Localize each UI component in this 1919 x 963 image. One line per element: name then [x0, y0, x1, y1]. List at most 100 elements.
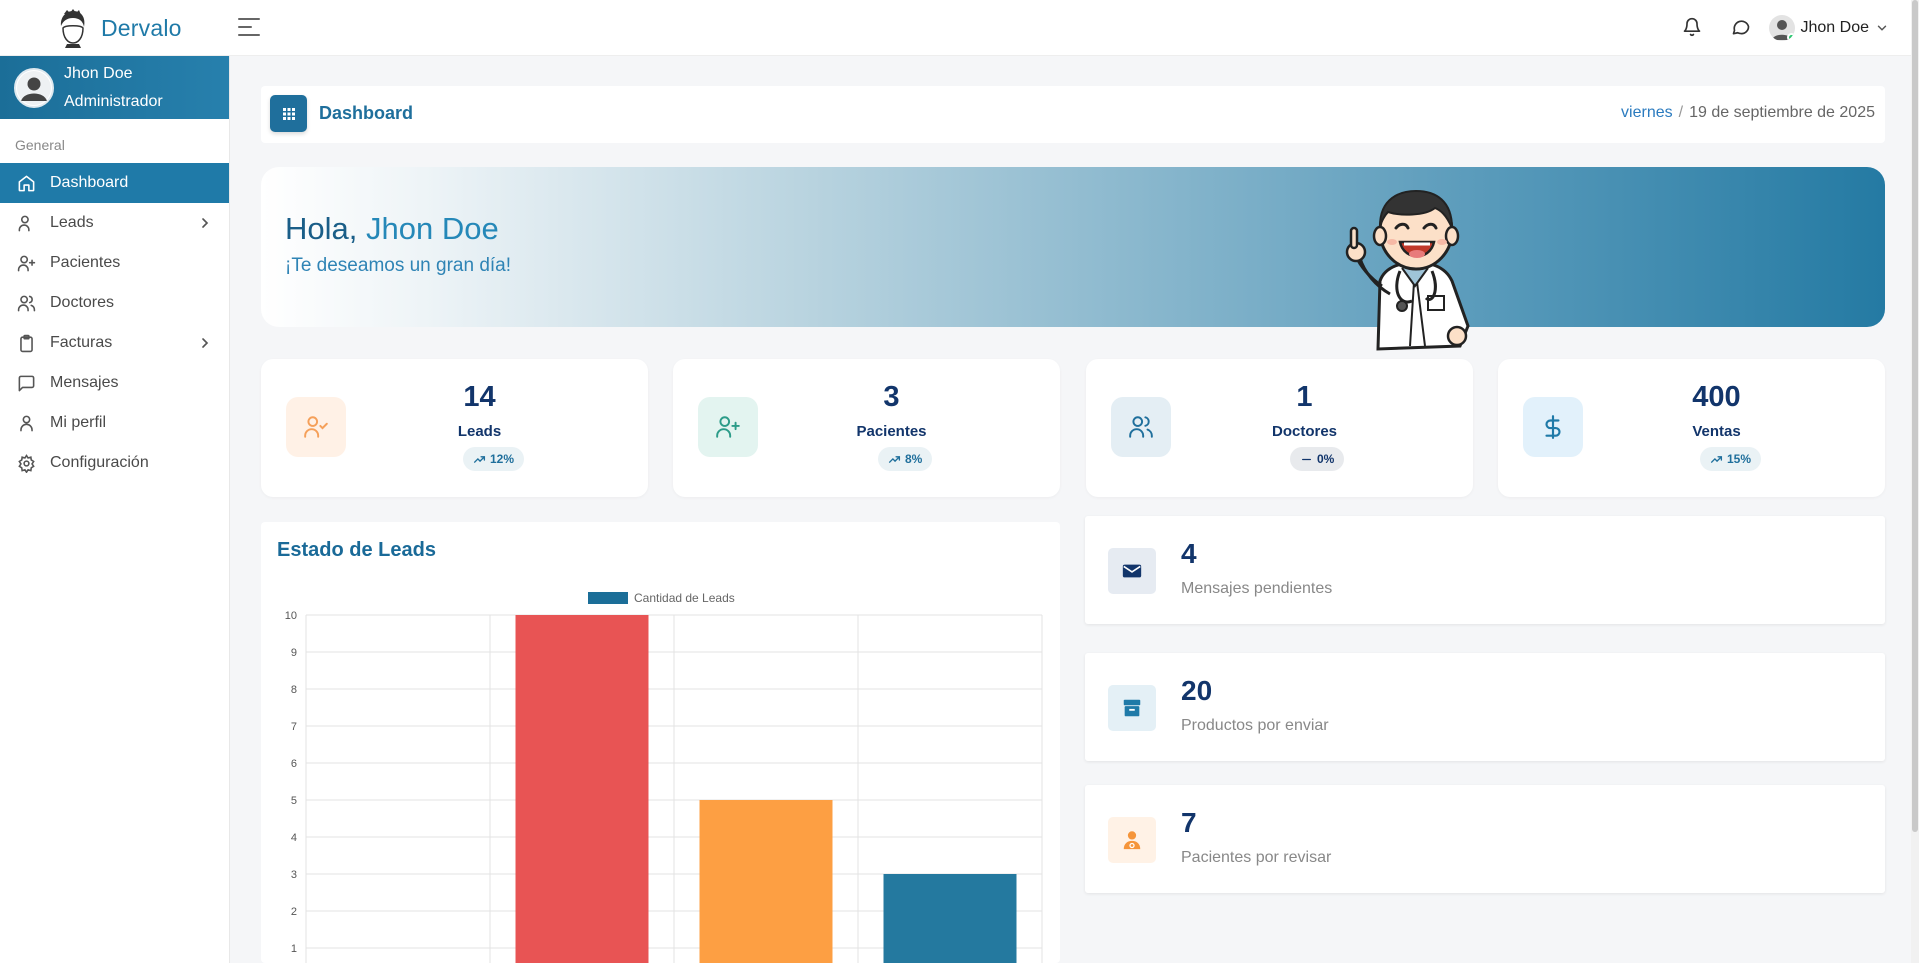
user-avatar — [1768, 15, 1795, 41]
trending-up-icon — [473, 455, 486, 463]
box-icon — [1108, 685, 1156, 731]
y-tick-label: 1 — [291, 943, 297, 955]
info-label: Pacientes por revisar — [1181, 849, 1332, 866]
sidebar-item-label: Leads — [50, 214, 94, 231]
sidebar-item-doctores[interactable]: Doctores — [0, 283, 229, 323]
dollar-icon — [1523, 397, 1583, 457]
breadcrumb-date: viernes/19 de septiembre de 2025 — [1621, 104, 1875, 121]
sidebar-item-mi-perfil[interactable]: Mi perfil — [0, 403, 229, 443]
stat-trend-badge: 12% — [463, 447, 525, 471]
bell-icon[interactable] — [1679, 14, 1705, 40]
stat-trend-value: 0% — [1317, 452, 1335, 466]
scrollbar-thumb[interactable] — [1912, 0, 1918, 832]
info-card-mensajes: 4 Mensajes pendientes — [1085, 516, 1885, 624]
sidebar-profile: Jhon Doe Administrador — [0, 56, 229, 119]
settings-icon — [16, 453, 36, 473]
profile-name: Jhon Doe — [64, 64, 133, 82]
stat-label: Doctores — [1271, 423, 1338, 440]
sidebar-item-label: Configuración — [50, 454, 149, 471]
sidebar-item-configuracion[interactable]: Configuración — [0, 443, 229, 483]
stat-value: 14 — [463, 381, 496, 413]
stat-value: 1 — [1296, 381, 1313, 413]
stat-card-doctores: 1 Doctores 0% — [1086, 359, 1473, 497]
y-tick-label: 8 — [291, 684, 297, 696]
info-value: 4 — [1181, 538, 1197, 569]
user-menu[interactable]: Jhon Doe — [1768, 12, 1890, 44]
welcome-banner: Hola, Jhon Doe ¡Te deseamos un gran día! — [261, 167, 1885, 327]
user-check-icon — [286, 397, 346, 457]
stat-card-pacientes: 3 Pacientes 8% — [673, 359, 1060, 497]
welcome-greeting: Hola, Jhon Doe — [285, 211, 499, 247]
sidebar-item-label: Mi perfil — [50, 414, 107, 431]
welcome-subtitle: ¡Te deseamos un gran día! — [285, 255, 512, 276]
top-navbar: Dervalo Jhon Doe — [0, 0, 1919, 56]
envelope-icon — [1108, 548, 1156, 594]
greeting-name: Jhon Doe — [366, 211, 499, 246]
stat-trend-value: 8% — [905, 452, 923, 466]
profile-avatar — [14, 67, 54, 108]
y-tick-label: 6 — [291, 758, 297, 770]
chevron-right-icon — [202, 218, 209, 228]
users-icon — [16, 293, 36, 313]
info-label: Productos por enviar — [1181, 717, 1329, 734]
profile-role: Administrador — [64, 92, 163, 110]
brand-name: Dervalo — [101, 14, 182, 41]
sidebar-item-label: Pacientes — [50, 254, 121, 271]
stat-label: Ventas — [1692, 423, 1741, 440]
sidebar-item-label: Doctores — [50, 294, 115, 311]
info-value: 20 — [1181, 675, 1213, 706]
grid-icon — [270, 95, 307, 132]
stat-value: 3 — [883, 381, 900, 413]
stat-label: Leads — [457, 423, 502, 440]
sidebar-item-label: Mensajes — [50, 374, 119, 391]
stat-trend-badge: 15% — [1700, 447, 1762, 471]
brand-link[interactable]: Dervalo — [55, 6, 182, 50]
chart-bar — [515, 615, 649, 963]
sidebar: Jhon Doe Administrador General Dashboard… — [0, 56, 230, 963]
home-icon — [16, 173, 36, 193]
nav-section-label: General — [15, 137, 65, 153]
sidebar-item-label: Dashboard — [50, 174, 129, 191]
breadcrumb-current-date: 19 de septiembre de 2025 — [1689, 104, 1875, 121]
y-tick-label: 7 — [291, 721, 297, 733]
chevron-down-icon — [1877, 25, 1887, 31]
page-title: Dashboard — [319, 103, 414, 123]
stat-trend-badge: 8% — [878, 447, 933, 471]
online-status-dot — [1786, 33, 1795, 41]
y-tick-label: 5 — [291, 795, 297, 807]
leads-status-card: Estado de Leads 1 2 3 4 5 6 7 8 9 10 Cantidad de L… — [261, 522, 1060, 963]
trending-up-icon — [888, 455, 901, 463]
y-tick-label: 4 — [291, 832, 297, 844]
y-tick-label: 10 — [285, 610, 297, 622]
user-plus-icon — [698, 397, 758, 457]
chevron-right-icon — [202, 338, 209, 348]
stat-trend-value: 12% — [490, 452, 515, 466]
sidebar-item-facturas[interactable]: Facturas — [0, 323, 229, 363]
user-plus-icon — [16, 253, 36, 273]
sidebar-item-label: Facturas — [50, 334, 113, 351]
user-name: Jhon Doe — [1800, 19, 1870, 36]
chart-bar — [883, 874, 1017, 963]
minus-icon — [1302, 458, 1311, 460]
page-header: Dashboard viernes/19 de septiembre de 20… — [261, 86, 1885, 143]
sidebar-item-dashboard[interactable]: Dashboard — [0, 163, 229, 203]
trending-up-icon — [1710, 455, 1723, 463]
breadcrumb-day[interactable]: viernes — [1621, 104, 1673, 121]
y-tick-label: 3 — [291, 869, 297, 881]
stat-card-leads: 14 Leads 12% — [261, 359, 648, 497]
chart-bar — [699, 800, 833, 963]
user-check-icon — [16, 213, 36, 233]
stat-trend-value: 15% — [1727, 452, 1752, 466]
chat-icon[interactable] — [1728, 14, 1754, 40]
info-card-productos: 20 Productos por enviar — [1085, 653, 1885, 761]
legend-label: Cantidad de Leads — [634, 591, 735, 605]
page-scrollbar[interactable] — [1911, 0, 1919, 963]
leads-bar-chart: 1 2 3 4 5 6 7 8 9 10 Cantidad de Leads — [285, 591, 1043, 963]
clipboard-icon — [16, 333, 36, 353]
sidebar-item-mensajes[interactable]: Mensajes — [0, 363, 229, 403]
sidebar-item-pacientes[interactable]: Pacientes — [0, 243, 229, 283]
doctor-illustration — [1345, 189, 1470, 351]
y-tick-label: 9 — [291, 647, 297, 659]
sidebar-item-leads[interactable]: Leads — [0, 203, 229, 243]
menu-toggle-icon[interactable] — [238, 15, 264, 39]
